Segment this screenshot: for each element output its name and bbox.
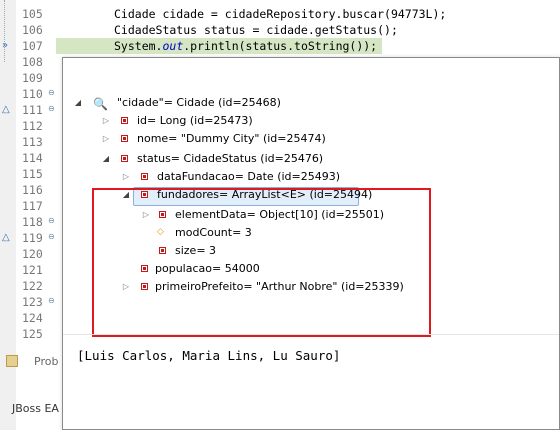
- line-number: 108: [22, 55, 43, 69]
- fold-toggle-icon[interactable]: ⊖: [48, 105, 56, 113]
- row-label: id= Long (id=25473): [137, 114, 253, 127]
- expand-arrow-icon[interactable]: ◢: [73, 94, 83, 112]
- expand-arrow-icon[interactable]: ◢: [101, 150, 111, 168]
- variables-tree[interactable]: ◢ 🔍 "cidade"= Cidade (id=25468) ▷ id= Lo…: [63, 94, 559, 349]
- line-number: 121: [22, 263, 43, 277]
- field-icon: [121, 155, 128, 162]
- collapse-arrow-icon[interactable]: ▷: [101, 112, 111, 130]
- inspect-popup[interactable]: ◢ 🔍 "cidade"= Cidade (id=25468) ▷ id= Lo…: [62, 57, 560, 430]
- override-marker-icon: △: [2, 232, 10, 243]
- line-number: 113: [22, 135, 43, 149]
- line-number: 107: [22, 39, 43, 53]
- row-label: nome= "Dummy City" (id=25474): [137, 132, 326, 145]
- problems-tab-label: Prob: [34, 355, 59, 368]
- jboss-status: JBoss EA: [12, 402, 59, 415]
- problems-icon: [6, 355, 18, 367]
- line-number: 116: [22, 183, 43, 197]
- row-label: status= CidadeStatus (id=25476): [137, 152, 324, 165]
- line-number: 125: [22, 327, 43, 341]
- detail-divider: [63, 334, 559, 335]
- static-field-token: out: [162, 39, 184, 53]
- line-number: 105: [22, 7, 43, 21]
- editor-line[interactable]: 107 » System.out.println(status.toString()…: [2, 38, 382, 54]
- fold-toggle-icon[interactable]: ⊖: [48, 297, 56, 305]
- line-number: 115: [22, 167, 43, 181]
- debug-pointer-icon: »: [2, 40, 9, 51]
- fold-toggle-icon[interactable]: ⊖: [48, 89, 56, 97]
- line-number: 109: [22, 71, 43, 85]
- line-number: 124: [22, 311, 43, 325]
- popup-toolbar: [63, 58, 559, 84]
- fold-toggle-icon[interactable]: ⊖: [48, 233, 56, 241]
- field-icon: [121, 117, 128, 124]
- collapse-arrow-icon[interactable]: ▷: [121, 168, 131, 186]
- line-number: 117: [22, 199, 43, 213]
- fold-toggle-icon[interactable]: ⊖: [48, 217, 56, 225]
- annotation-red-rectangle: [92, 188, 431, 337]
- detail-pane-text[interactable]: [Luis Carlos, Maria Lins, Lu Sauro]: [77, 348, 340, 363]
- override-marker-icon: △: [2, 104, 10, 115]
- search-icon: 🔍: [93, 97, 108, 111]
- code-text: CidadeStatus status = cidade.getStatus()…: [114, 23, 398, 37]
- code-text: Cidade cidade = cidadeRepository.buscar(…: [114, 7, 447, 21]
- problems-tab[interactable]: Prob: [0, 350, 62, 374]
- row-label: dataFundacao= Date (id=25493): [157, 170, 341, 183]
- code-text: System.out.println(status.toString());: [114, 39, 378, 53]
- line-number: 112: [22, 119, 43, 133]
- line-number: 122: [22, 279, 43, 293]
- line-number: 114: [22, 151, 43, 165]
- line-number: 106: [22, 23, 43, 37]
- field-icon: [141, 173, 148, 180]
- field-icon: [121, 135, 128, 142]
- editor-line[interactable]: 106 CidadeStatus status = cidade.getStatu…: [0, 22, 560, 38]
- collapse-arrow-icon[interactable]: ▷: [101, 130, 111, 148]
- line-number: 120: [22, 247, 43, 261]
- root-label: "cidade"= Cidade (id=25468): [117, 96, 281, 109]
- editor-line[interactable]: 105 Cidade cidade = cidadeRepository.busc…: [0, 6, 560, 22]
